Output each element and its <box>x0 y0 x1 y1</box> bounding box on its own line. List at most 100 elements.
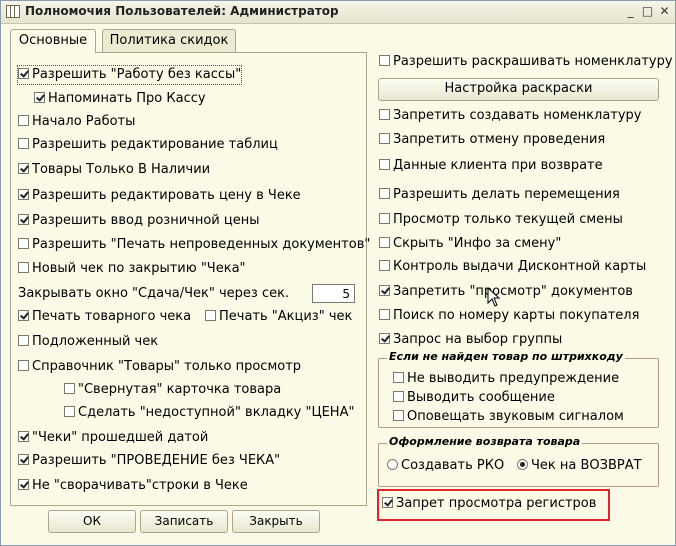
checkbox-box[interactable] <box>393 410 404 421</box>
checkbox-box[interactable] <box>18 360 29 371</box>
mouse-cursor-icon <box>487 287 501 307</box>
checkbox-box[interactable] <box>379 159 390 170</box>
checkbox-box[interactable] <box>18 335 29 346</box>
checkbox-box[interactable] <box>18 214 29 225</box>
checkbox-allow-coloring[interactable]: Разрешить раскрашивать номенклатуру <box>379 53 673 71</box>
checkbox-label: Разрешить "Работу без кассы" <box>32 67 242 82</box>
checkbox-client-data-return[interactable]: Данные клиента при возврате <box>379 157 603 175</box>
checkbox-allow-post-without-receipt[interactable]: Разрешить "ПРОВЕДЕНИЕ без ЧЕКА" <box>18 452 280 470</box>
checkbox-work-start[interactable]: Начало Работы <box>18 113 135 131</box>
checkbox-label: Скрыть "Инфо за смену" <box>393 236 562 251</box>
minimize-icon[interactable]: _ <box>623 4 638 18</box>
checkbox-box[interactable] <box>379 333 390 344</box>
checkbox-box[interactable] <box>379 109 390 120</box>
checkbox-label: Разрешить "ПРОВЕДЕНИЕ без ЧЕКА" <box>32 453 281 468</box>
checkbox-label: Подложенный чек <box>32 334 159 349</box>
checkbox-box[interactable] <box>382 497 393 508</box>
save-button[interactable]: Записать <box>140 510 228 533</box>
checkbox-discount-card-control[interactable]: Контроль выдачи Дисконтной карты <box>379 258 646 276</box>
checkbox-forbid-view-documents[interactable]: Запретить "просмотр" документов <box>379 283 633 301</box>
radio-create-rko[interactable]: Создавать РКО <box>387 457 504 475</box>
checkbox-box[interactable] <box>18 138 29 149</box>
checkbox-box[interactable] <box>18 479 29 490</box>
checkbox-allow-edit-tables[interactable]: Разрешить редактирование таблиц <box>18 136 278 154</box>
title-bar: Полномочия Пользователей: Администратор … <box>1 1 675 24</box>
checkbox-sound-signal[interactable]: Оповещать звуковым сигналом <box>393 408 624 426</box>
ok-button[interactable]: ОК <box>48 510 136 533</box>
checkbox-print-goods-receipt[interactable]: Печать товарного чека <box>18 308 191 326</box>
close-change-seconds-input[interactable]: 5 <box>312 284 355 303</box>
checkbox-remind-cashbox[interactable]: Напоминать Про Кассу <box>34 90 206 108</box>
close-icon[interactable]: ✕ <box>657 4 672 18</box>
checkbox-box[interactable] <box>18 262 29 273</box>
checkbox-box[interactable] <box>393 391 404 402</box>
coloring-settings-button[interactable]: Настройка раскраски <box>378 78 659 101</box>
checkbox-box[interactable] <box>379 213 390 224</box>
checkbox-box[interactable] <box>18 454 29 465</box>
checkbox-label: Разрешить редактировать цену в Чеке <box>32 188 301 203</box>
radio-receipt-return[interactable]: Чек на ВОЗВРАТ <box>517 457 642 475</box>
checkbox-box[interactable] <box>18 238 29 249</box>
checkbox-box[interactable] <box>18 431 29 442</box>
checkbox-forbid-cancel-posting[interactable]: Запретить отмену проведения <box>379 131 605 149</box>
checkbox-box[interactable] <box>18 68 29 79</box>
checkbox-view-current-shift[interactable]: Просмотр только текущей смены <box>379 211 623 229</box>
checkbox-box[interactable] <box>18 310 29 321</box>
checkbox-label: Печать "Акциз" чек <box>219 309 353 324</box>
radio-circle[interactable] <box>517 459 528 470</box>
checkbox-box[interactable] <box>379 237 390 248</box>
checkbox-fake-receipt[interactable]: Подложенный чек <box>18 333 158 351</box>
tab-discount-policy[interactable]: Политика скидок <box>102 29 236 52</box>
checkbox-allow-no-cashbox[interactable]: Разрешить "Работу без кассы" <box>16 65 243 85</box>
checkbox-show-message[interactable]: Выводить сообщение <box>393 389 555 407</box>
checkbox-no-warning[interactable]: Не выводить предупреждение <box>393 370 619 388</box>
checkbox-price-tab-unavailable[interactable]: Сделать "недоступной" вкладку "ЦЕНА" <box>64 404 354 422</box>
checkbox-allow-edit-price-receipt[interactable]: Разрешить редактировать цену в Чеке <box>18 187 301 205</box>
checkbox-box[interactable] <box>64 406 75 417</box>
maximize-icon[interactable]: □ <box>640 4 655 18</box>
checkbox-label: Просмотр только текущей смены <box>393 212 623 227</box>
checkbox-box[interactable] <box>34 92 45 103</box>
checkbox-label: Не "сворачивать"строки в Чеке <box>32 478 248 493</box>
tab-main[interactable]: Основные <box>10 29 96 53</box>
checkbox-label: "Свернутая" карточка товара <box>78 382 282 397</box>
checkbox-label: Новый чек по закрытию "Чека" <box>32 261 246 276</box>
checkbox-box[interactable] <box>379 260 390 271</box>
checkbox-allow-print-unposted[interactable]: Разрешить "Печать непроведенных документ… <box>18 236 370 254</box>
checkbox-print-excise[interactable]: Печать "Акциз" чек <box>205 308 352 326</box>
checkbox-allow-retail-price-input[interactable]: Разрешить ввод розничной цены <box>18 212 259 230</box>
close-button[interactable]: Закрыть <box>232 510 320 533</box>
checkbox-forbid-create-nomenclature[interactable]: Запретить создавать номенклатуру <box>379 107 642 125</box>
checkbox-box[interactable] <box>393 372 404 383</box>
checkbox-box[interactable] <box>205 310 216 321</box>
checkbox-box[interactable] <box>379 309 390 320</box>
checkbox-only-in-stock[interactable]: Товары Только В Наличии <box>18 161 210 179</box>
checkbox-box[interactable] <box>64 383 75 394</box>
checkbox-box[interactable] <box>18 163 29 174</box>
checkbox-group-selection-request[interactable]: Запрос на выбор группы <box>379 331 562 349</box>
form-icon <box>6 5 20 18</box>
checkbox-label: Выводить сообщение <box>407 390 555 405</box>
checkbox-forbid-view-registers[interactable]: Запрет просмотра регистров <box>382 495 596 513</box>
checkbox-box[interactable] <box>379 188 390 199</box>
checkbox-label: Запретить "просмотр" документов <box>393 284 633 299</box>
checkbox-search-by-card-number[interactable]: Поиск по номеру карты покупателя <box>379 307 639 325</box>
checkbox-hide-shift-info[interactable]: Скрыть "Инфо за смену" <box>379 235 561 253</box>
checkbox-box[interactable] <box>379 55 390 66</box>
checkbox-new-receipt-on-close[interactable]: Новый чек по закрытию "Чека" <box>18 260 246 278</box>
checkbox-box[interactable] <box>379 133 390 144</box>
checkbox-collapsed-card[interactable]: "Свернутая" карточка товара <box>64 381 281 399</box>
checkbox-label: Разрешить раскрашивать номенклатуру <box>393 54 673 69</box>
checkbox-label: Напоминать Про Кассу <box>48 91 206 106</box>
checkbox-label: Запрос на выбор группы <box>393 332 563 347</box>
checkbox-goods-ref-readonly[interactable]: Справочник "Товары" только просмотр <box>18 358 301 376</box>
checkbox-box[interactable] <box>379 285 390 296</box>
radio-circle[interactable] <box>387 459 398 470</box>
checkbox-receipts-past-date[interactable]: "Чеки" прошедшей датой <box>18 429 208 447</box>
checkbox-label: Запретить создавать номенклатуру <box>393 108 642 123</box>
checkbox-no-collapse-rows[interactable]: Не "сворачивать"строки в Чеке <box>18 477 248 495</box>
checkbox-box[interactable] <box>18 115 29 126</box>
checkbox-box[interactable] <box>18 189 29 200</box>
checkbox-label: Разрешить ввод розничной цены <box>32 213 260 228</box>
checkbox-allow-transfers[interactable]: Разрешить делать перемещения <box>379 186 620 204</box>
